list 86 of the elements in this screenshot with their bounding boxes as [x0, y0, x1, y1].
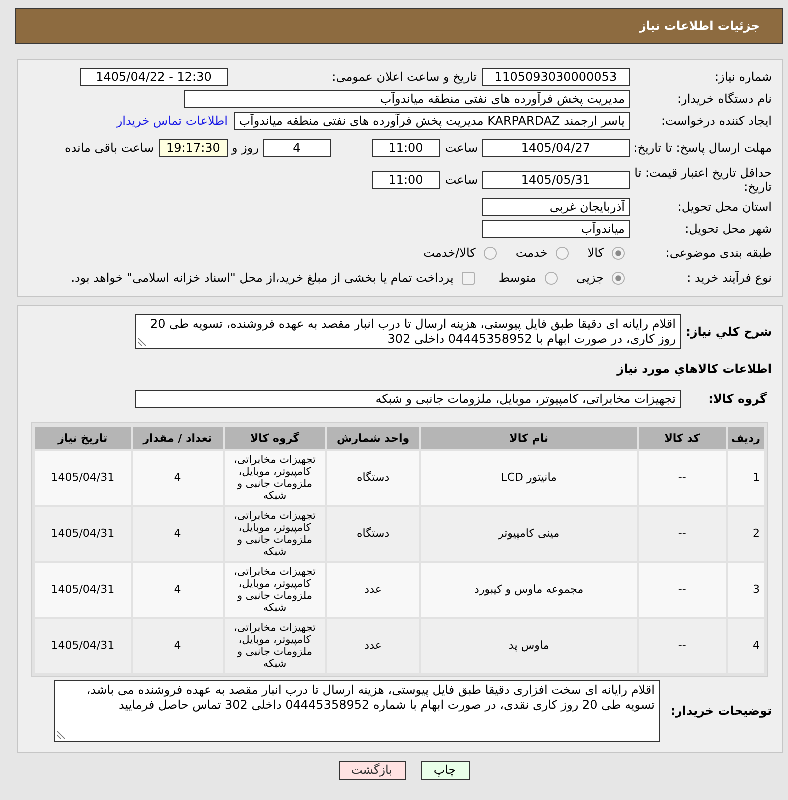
- print-button[interactable]: چاپ: [420, 761, 470, 780]
- field-label: نام دستگاه خریدار:: [676, 92, 772, 106]
- table-cell: 4: [132, 507, 223, 561]
- date-field[interactable]: 1405/05/31: [482, 171, 630, 189]
- field-label: شرح کلي نیاز:: [685, 324, 772, 338]
- radio-label: متوسط: [498, 271, 537, 285]
- table-cell: تجهیزات مخابراتی، کامپیوتر، موبایل، ملزومات جانبی و شبکه: [224, 563, 326, 617]
- field-label: طبقه بندی موضوعی:: [664, 246, 772, 260]
- field-label: تاریخ و ساعت اعلان عمومی:: [331, 70, 478, 84]
- field-label: حداقل تاریخ اعتبار قیمت: تا تاریخ:: [634, 166, 772, 194]
- column-header: کد کالا: [638, 427, 726, 449]
- radio-label: خدمت: [516, 246, 548, 260]
- radio-button[interactable]: [612, 246, 625, 260]
- column-header: گروه کالا: [224, 427, 326, 449]
- table-cell: 2: [728, 507, 764, 561]
- requester-field[interactable]: یاسر ارجمند KARPARDAZ مدیریت پخش فرآورده های نفتی منطقه میاندوآب: [234, 112, 630, 130]
- province-field[interactable]: آذربایجان غربی: [482, 198, 630, 216]
- table-cell: 1405/04/31: [35, 619, 131, 673]
- radio-label: کالا/خدمت: [424, 246, 476, 260]
- resize-grip-icon[interactable]: [57, 731, 65, 739]
- date-field[interactable]: 1405/04/27: [482, 139, 630, 157]
- table-cell: عدد: [327, 619, 420, 673]
- table-cell: مینی کامپیوتر: [421, 507, 637, 561]
- radio-button[interactable]: [484, 246, 497, 260]
- radio-button[interactable]: [556, 246, 569, 260]
- column-header: تاریخ نیاز: [35, 427, 131, 449]
- field-label: نوع فرآیند خرید :: [686, 271, 772, 285]
- table-cell: تجهیزات مخابراتی، کامپیوتر، موبایل، ملزومات جانبی و شبکه: [224, 619, 326, 673]
- table-cell: 1: [728, 451, 764, 505]
- time-field[interactable]: 11:00: [372, 171, 440, 189]
- table-cell: عدد: [327, 563, 420, 617]
- column-header: ردیف: [728, 427, 764, 449]
- field-label: روز و: [230, 141, 260, 155]
- description-field[interactable]: اقلام رایانه ای دقیقا طبق فایل پیوستی، هزینه ارسال تا درب انبار مقصد به عهده فروشنده، تسویه طی 20 روز کاری، در صورت ابهام با 04445358952 داخلی 302: [135, 314, 681, 349]
- table-cell: 1405/04/31: [35, 507, 131, 561]
- remaining-time-field[interactable]: 19:17:30: [159, 139, 228, 157]
- table-cell: 1405/04/31: [35, 563, 131, 617]
- need-number-field[interactable]: 1105093030000053: [482, 68, 630, 86]
- table-cell: مانیتور LCD: [421, 451, 637, 505]
- table-cell: 4: [728, 619, 764, 673]
- goods-group-field[interactable]: تجهیزات مخابراتی، کامپیوتر، موبایل، ملزومات جانبی و شبکه: [135, 390, 681, 408]
- radio-button[interactable]: [544, 272, 558, 284]
- buyer-org-field[interactable]: مدیریت پخش فرآورده های نفتی منطقه میاندوآب: [184, 90, 630, 108]
- city-field[interactable]: میاندوآب: [482, 220, 630, 238]
- field-label: ساعت باقی مانده: [64, 141, 154, 155]
- radio-button[interactable]: [612, 272, 625, 284]
- table-cell: دستگاه: [327, 507, 420, 561]
- field-label: گروه کالا:: [708, 392, 768, 406]
- days-field[interactable]: 4: [263, 139, 331, 157]
- table-cell: --: [638, 507, 726, 561]
- time-field[interactable]: 11:00: [372, 139, 440, 157]
- resize-grip-icon[interactable]: [138, 338, 146, 346]
- field-label: ایجاد کننده درخواست:: [660, 114, 772, 128]
- table-cell: مجموعه ماوس و کیبورد: [421, 563, 637, 617]
- table-cell: دستگاه: [327, 451, 420, 505]
- buyer-notes-field[interactable]: اقلام رایانه ای سخت افزاری دقیقا طبق فایل پیوستی، هزینه ارسال تا درب انبار مقصد به عهده فروشنده می باشد، تسویه طی 20 روز کاری نقدی، در صورت ابهام با شماره 04445358952 داخلی 302 تماس حاصل فرمایید: [54, 680, 660, 742]
- table-cell: --: [638, 563, 726, 617]
- announcement-date-field[interactable]: 1405/04/22 - 12:30: [80, 68, 228, 86]
- field-label: مهلت ارسال پاسخ: تا تاریخ:: [632, 141, 772, 155]
- radio-label: جزیی: [576, 271, 604, 285]
- column-header: واحد شمارش: [327, 427, 420, 449]
- table-cell: --: [638, 619, 726, 673]
- table-cell: تجهیزات مخابراتی، کامپیوتر، موبایل، ملزومات جانبی و شبکه: [224, 451, 326, 505]
- checkbox-label: پرداخت تمام یا بخشی از مبلغ خرید،از محل "اسناد خزانه اسلامی" خواهد بود.: [71, 271, 454, 285]
- field-label: استان محل تحویل:: [676, 200, 772, 214]
- back-button[interactable]: بازگشت: [338, 761, 406, 780]
- radio-label: کالا: [588, 246, 604, 260]
- table-cell: 4: [132, 619, 223, 673]
- contact-link[interactable]: اطلاعات تماس خریدار: [116, 114, 228, 128]
- field-label: ساعت: [444, 173, 479, 187]
- table-cell: 4: [132, 451, 223, 505]
- column-header: تعداد / مقدار: [132, 427, 223, 449]
- section-title: اطلاعات کالاهاي مورد نیاز: [616, 362, 772, 376]
- field-label: ساعت: [444, 141, 479, 155]
- table-cell: 1405/04/31: [35, 451, 131, 505]
- table-cell: ماوس پد: [421, 619, 637, 673]
- checkbox[interactable]: [462, 272, 475, 284]
- field-label: شهر محل تحویل:: [684, 222, 772, 236]
- table-cell: --: [638, 451, 726, 505]
- field-label: توضیحات خریدار:: [670, 704, 772, 718]
- field-label: شماره نیاز:: [714, 70, 772, 84]
- column-header: نام کالا: [421, 427, 637, 449]
- table-cell: تجهیزات مخابراتی، کامپیوتر، موبایل، ملزومات جانبی و شبکه: [224, 507, 326, 561]
- table-cell: 3: [728, 563, 764, 617]
- table-cell: 4: [132, 563, 223, 617]
- page-title: جزئیات اطلاعات نیاز: [639, 19, 760, 33]
